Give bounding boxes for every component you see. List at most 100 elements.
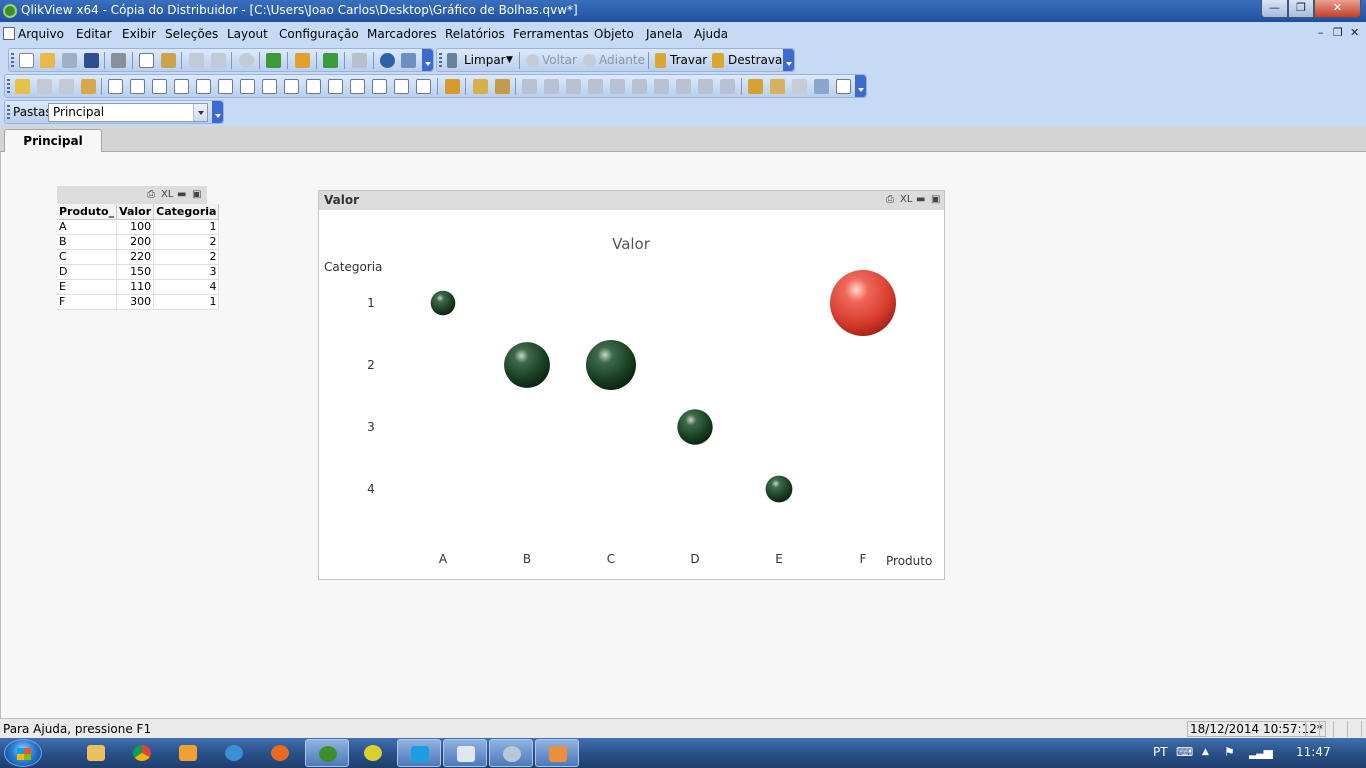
toolbar-grip[interactable] [7,79,10,94]
save-icon[interactable] [84,53,99,68]
cell-categoria[interactable]: 1 [153,219,220,235]
tab-principal[interactable]: Principal [4,129,102,153]
print-icon[interactable] [111,53,126,68]
copy-format-icon[interactable] [748,79,763,94]
table-viewer-icon[interactable] [814,79,829,94]
clock[interactable]: 11:47 [1296,745,1331,759]
menu-editar[interactable]: Editar [76,27,112,41]
bookmark-star-icon[interactable] [323,53,338,68]
network-signal-icon[interactable]: ▂▃▅ [1249,745,1273,759]
cell-produto[interactable]: A [57,219,118,235]
close-window-button[interactable]: ✕ [1314,0,1361,18]
column-header-valor[interactable]: Valor [116,204,155,220]
new-document-icon[interactable] [19,53,34,68]
taskbar-firefox[interactable] [258,739,302,767]
format-painter-icon[interactable] [473,79,488,94]
taskbar-explorer[interactable] [74,739,118,767]
slider-icon[interactable] [328,79,343,94]
table-row[interactable]: A 100 1 [57,219,220,235]
design-edit-icon[interactable] [352,53,367,68]
taskbar-paint[interactable] [489,739,533,767]
list-box-icon[interactable] [108,79,123,94]
menu-ferramentas[interactable]: Ferramentas [513,27,589,41]
table-box-icon[interactable] [152,79,167,94]
chart-box[interactable]: Valor ⎙ XL ▬ ▣ Valor Categoria Produto A… [318,190,945,580]
keyboard-icon[interactable]: ⌨ [1176,745,1193,759]
menu-marcadores[interactable]: Marcadores [367,27,437,41]
xl-icon[interactable]: XL [900,194,912,205]
menu-selecoes[interactable]: Seleções [165,27,218,41]
toolbar-overflow-button[interactable] [212,101,223,123]
align-right-icon[interactable] [566,79,581,94]
sheet-properties-icon[interactable] [81,79,96,94]
input-box-icon[interactable] [218,79,233,94]
toolbar-overflow-button[interactable] [422,49,433,71]
reload-data-icon[interactable] [161,53,176,68]
cell-valor[interactable]: 100 [116,219,155,235]
show-hidden-icons-icon[interactable]: ▲ [1202,747,1209,757]
align-middle-icon[interactable] [610,79,625,94]
cell-valor[interactable]: 300 [116,294,155,310]
line-arrow-icon[interactable] [306,79,321,94]
multi-box-icon[interactable] [174,79,189,94]
cell-produto[interactable]: E [57,279,118,295]
bubble-a[interactable] [430,290,456,316]
bubble-b[interactable] [504,342,550,388]
column-header-categoria[interactable]: Categoria [153,204,220,220]
chart-wizard-icon[interactable] [295,53,310,68]
space-horizontal-icon[interactable] [654,79,669,94]
custom-object-icon[interactable] [416,79,431,94]
travar-button[interactable]: Travar [670,53,707,67]
maximize-window-button[interactable]: ❐ [1288,0,1314,18]
table-row[interactable]: D 150 3 [57,264,220,280]
paste-format-icon[interactable] [770,79,785,94]
undo-icon[interactable] [189,53,204,68]
chart-box-caption[interactable]: Valor ⎙ XL ▬ ▣ [319,191,944,210]
chart-icon[interactable] [196,79,211,94]
menu-janela[interactable]: Janela [646,27,683,41]
table-row[interactable]: F 300 1 [57,294,220,310]
minimize-icon[interactable]: ▬ [177,189,186,200]
maximize-icon[interactable]: ▣ [931,194,940,205]
limpar-button[interactable]: Limpar [464,53,506,67]
cell-categoria[interactable]: 2 [153,234,220,250]
cell-valor[interactable]: 150 [116,264,155,280]
toolbar-overflow-button[interactable] [783,49,794,71]
menu-configuracao[interactable]: Configuração [279,27,359,41]
cell-produto[interactable]: F [57,294,118,310]
column-header-produto[interactable]: Produto_ [57,204,118,220]
limpar-dropdown-icon[interactable]: ▼ [506,55,513,65]
align-bottom-icon[interactable] [588,79,603,94]
edit-script-icon[interactable] [139,53,154,68]
toolbar-grip[interactable] [11,53,14,68]
print-icon[interactable]: ⎙ [886,194,894,205]
current-selections-box-icon[interactable] [240,79,255,94]
bookmark-object-icon[interactable] [350,79,365,94]
action-center-flag-icon[interactable]: ⚑ [1224,745,1235,759]
table-box-caption[interactable]: ⎙ XL ▬ ▣ [57,186,207,204]
search-object-icon[interactable] [372,79,387,94]
taskbar-window[interactable] [535,739,579,767]
wizard-icon[interactable] [445,79,460,94]
bubble-c[interactable] [586,340,636,390]
bubble-e[interactable] [765,475,793,503]
cell-valor[interactable]: 200 [116,234,155,250]
cell-categoria[interactable]: 4 [153,279,220,295]
xl-icon[interactable]: XL [161,189,173,200]
taskbar-skype-2[interactable] [397,739,441,767]
align-top-icon[interactable] [632,79,647,94]
taskbar-media[interactable] [166,739,210,767]
menu-ajuda[interactable]: Ajuda [694,27,728,41]
bubble-d[interactable] [677,409,713,445]
cell-valor[interactable]: 220 [116,249,155,265]
menu-relatorios[interactable]: Relatórios [445,27,505,41]
table-row[interactable]: B 200 2 [57,234,220,250]
voltar-button[interactable]: Voltar [542,53,577,67]
mdi-close-icon[interactable]: ✕ [1350,26,1359,39]
taskbar-qlikview[interactable] [305,739,349,767]
promote-sheet-icon[interactable] [37,79,52,94]
mdi-restore-icon[interactable]: ❐ [1333,26,1343,39]
button-object-icon[interactable] [262,79,277,94]
text-object-icon[interactable] [284,79,299,94]
adjust-left-icon[interactable] [698,79,713,94]
